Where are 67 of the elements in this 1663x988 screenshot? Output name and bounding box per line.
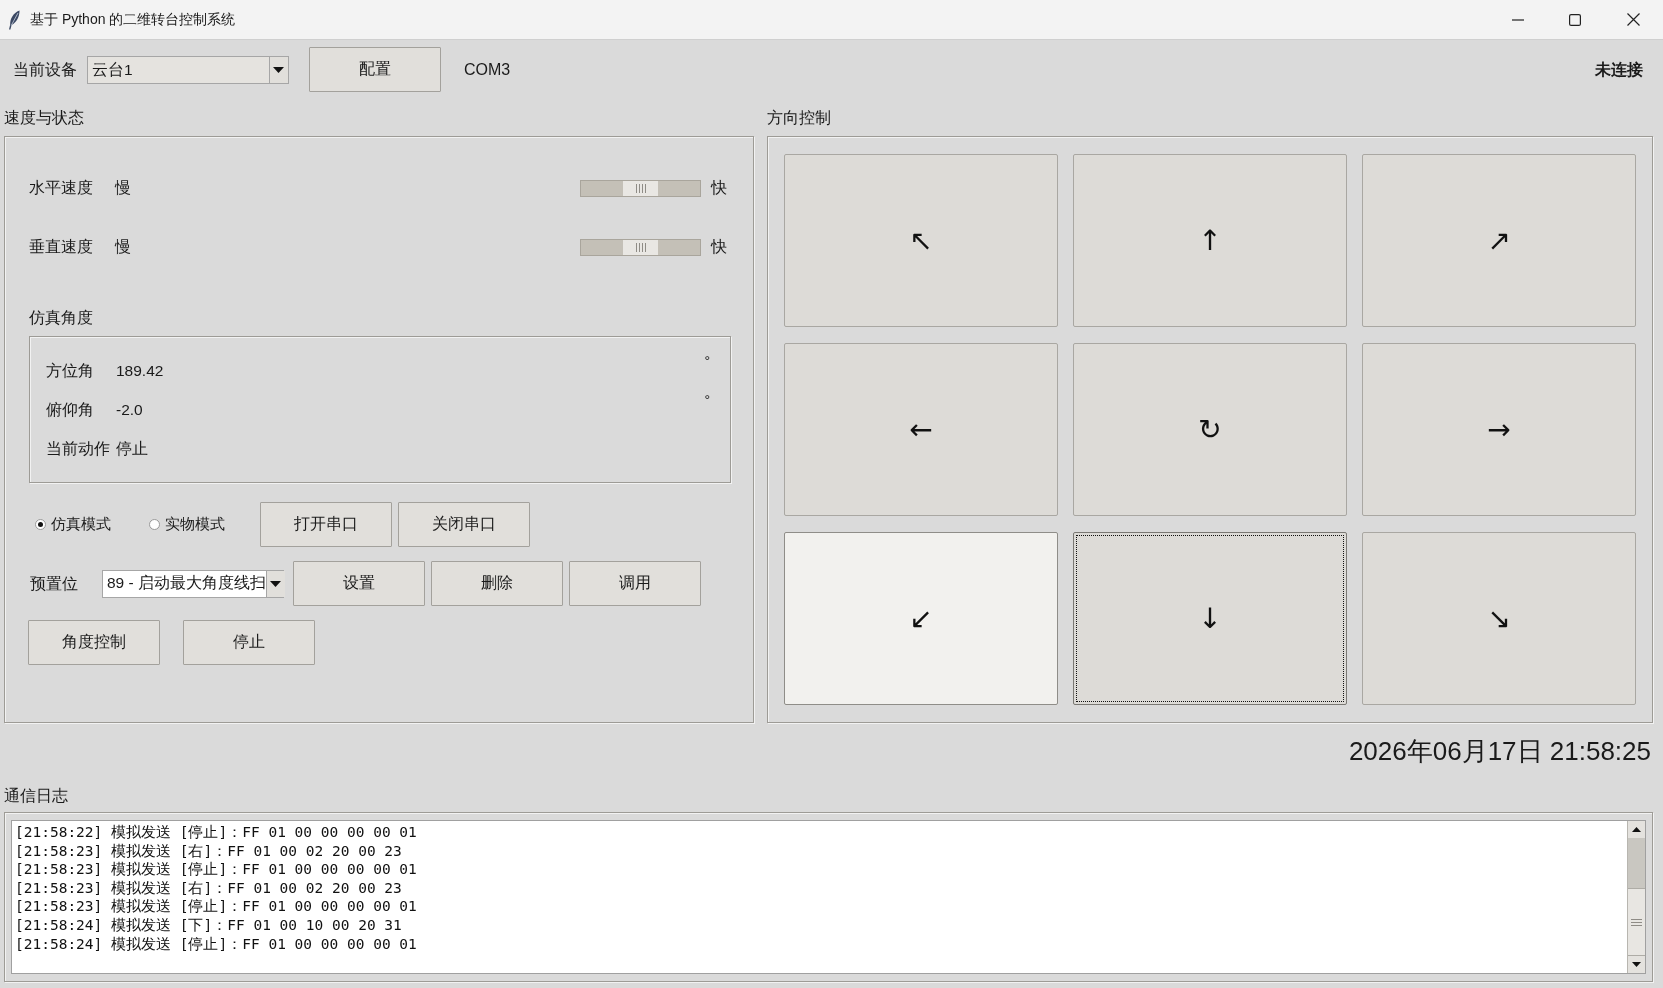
slider-min-label: 慢 (115, 178, 131, 198)
serial-port-button[interactable]: 关闭串口 (398, 502, 530, 547)
direction-button[interactable]: ↻ (1073, 343, 1347, 516)
minimize-icon (1511, 18, 1524, 21)
slider-label: 垂直速度 (29, 237, 94, 257)
radio-indicator[interactable] (35, 519, 46, 530)
scroll-down-icon[interactable] (1628, 956, 1645, 973)
section-title: 通信日志 (4, 786, 68, 806)
slider-max-label: 快 (711, 178, 727, 198)
preset-dropdown[interactable]: 89 - 启动最大角度线扫 (102, 569, 284, 598)
device-dropdown[interactable]: 云台1 (87, 56, 289, 84)
scrollbar-thumb[interactable] (1628, 888, 1645, 956)
preset-button[interactable]: 设置 (293, 561, 425, 606)
section-title: 速度与状态 (4, 108, 84, 128)
date-time-display: 2026年06月17日 21:58:25 (1348, 735, 1651, 768)
action-button[interactable]: 角度控制 (28, 620, 160, 665)
direction-button[interactable]: → (1362, 343, 1636, 516)
log-line: [21:58:24] 模拟发送 [停止]：FF 01 00 00 00 00 01 (15, 934, 418, 954)
slider-thumb[interactable] (623, 180, 658, 196)
action-button[interactable]: 停止 (183, 620, 315, 665)
close-icon (1626, 13, 1640, 26)
device-label: 当前设备 (13, 60, 77, 80)
degree-unit: ° (704, 393, 710, 407)
slider-track[interactable] (580, 238, 701, 256)
caret-icon (266, 570, 285, 597)
preset-label: 预置位 (30, 573, 79, 594)
mode-radio[interactable]: 仿真模式 (29, 515, 111, 534)
port-label: COM3 (464, 60, 511, 80)
slider-track[interactable] (580, 179, 701, 197)
log-line: [21:58:23] 模拟发送 [右]：FF 01 00 02 20 00 23 (15, 878, 403, 898)
slider-thumb[interactable] (623, 239, 658, 255)
angle-label: 俯仰角 (46, 400, 95, 420)
direction-button[interactable]: ← (784, 343, 1058, 516)
angle-value: -2.0 (116, 400, 143, 420)
degree-unit: ° (704, 354, 710, 368)
direction-button[interactable]: ↖ (784, 154, 1058, 327)
serial-port-button[interactable]: 打开串口 (260, 502, 392, 547)
radio-indicator[interactable] (149, 519, 160, 530)
preset-button[interactable]: 删除 (431, 561, 563, 606)
direction-button[interactable]: ↙ (784, 532, 1058, 705)
direction-button[interactable]: ↗ (1362, 154, 1636, 327)
direction-button[interactable]: ↘ (1362, 532, 1636, 705)
direction-button[interactable]: ↑ (1073, 154, 1347, 327)
config-button[interactable]: 配置 (309, 46, 441, 92)
scroll-up-icon[interactable] (1628, 821, 1645, 838)
preset-button[interactable]: 调用 (569, 561, 701, 606)
section-title: 方向控制 (767, 108, 831, 128)
connection-status: 未连接 (1595, 60, 1643, 80)
slider-min-label: 慢 (115, 237, 131, 257)
angle-label: 方位角 (46, 361, 95, 381)
angle-label: 当前动作 (46, 439, 111, 459)
log-line: [21:58:23] 模拟发送 [右]：FF 01 00 02 20 00 23 (15, 841, 403, 861)
log-line: [21:58:23] 模拟发送 [停止]：FF 01 00 00 00 00 01 (15, 897, 418, 916)
maximize-icon (1568, 13, 1581, 26)
mode-radio[interactable]: 实物模式 (143, 515, 225, 534)
angle-value: 停止 (116, 439, 148, 459)
slider-label: 水平速度 (29, 178, 94, 198)
angle-value: 189.42 (116, 361, 164, 381)
feather-icon (8, 9, 20, 30)
log-line: [21:58:24] 模拟发送 [下]：FF 01 00 10 00 20 31 (15, 915, 403, 935)
slider-max-label: 快 (711, 237, 727, 257)
window-title: 基于 Python 的二维转台控制系统 (30, 10, 236, 29)
log-line: [21:58:23] 模拟发送 [停止]：FF 01 00 00 00 00 01 (15, 860, 418, 879)
log-line: [21:58:22] 模拟发送 [停止]：FF 01 00 00 00 00 01 (15, 823, 418, 842)
scrollbar[interactable] (1627, 821, 1645, 973)
group-title: 仿真角度 (29, 308, 93, 328)
direction-button[interactable]: ↓ (1073, 532, 1347, 705)
